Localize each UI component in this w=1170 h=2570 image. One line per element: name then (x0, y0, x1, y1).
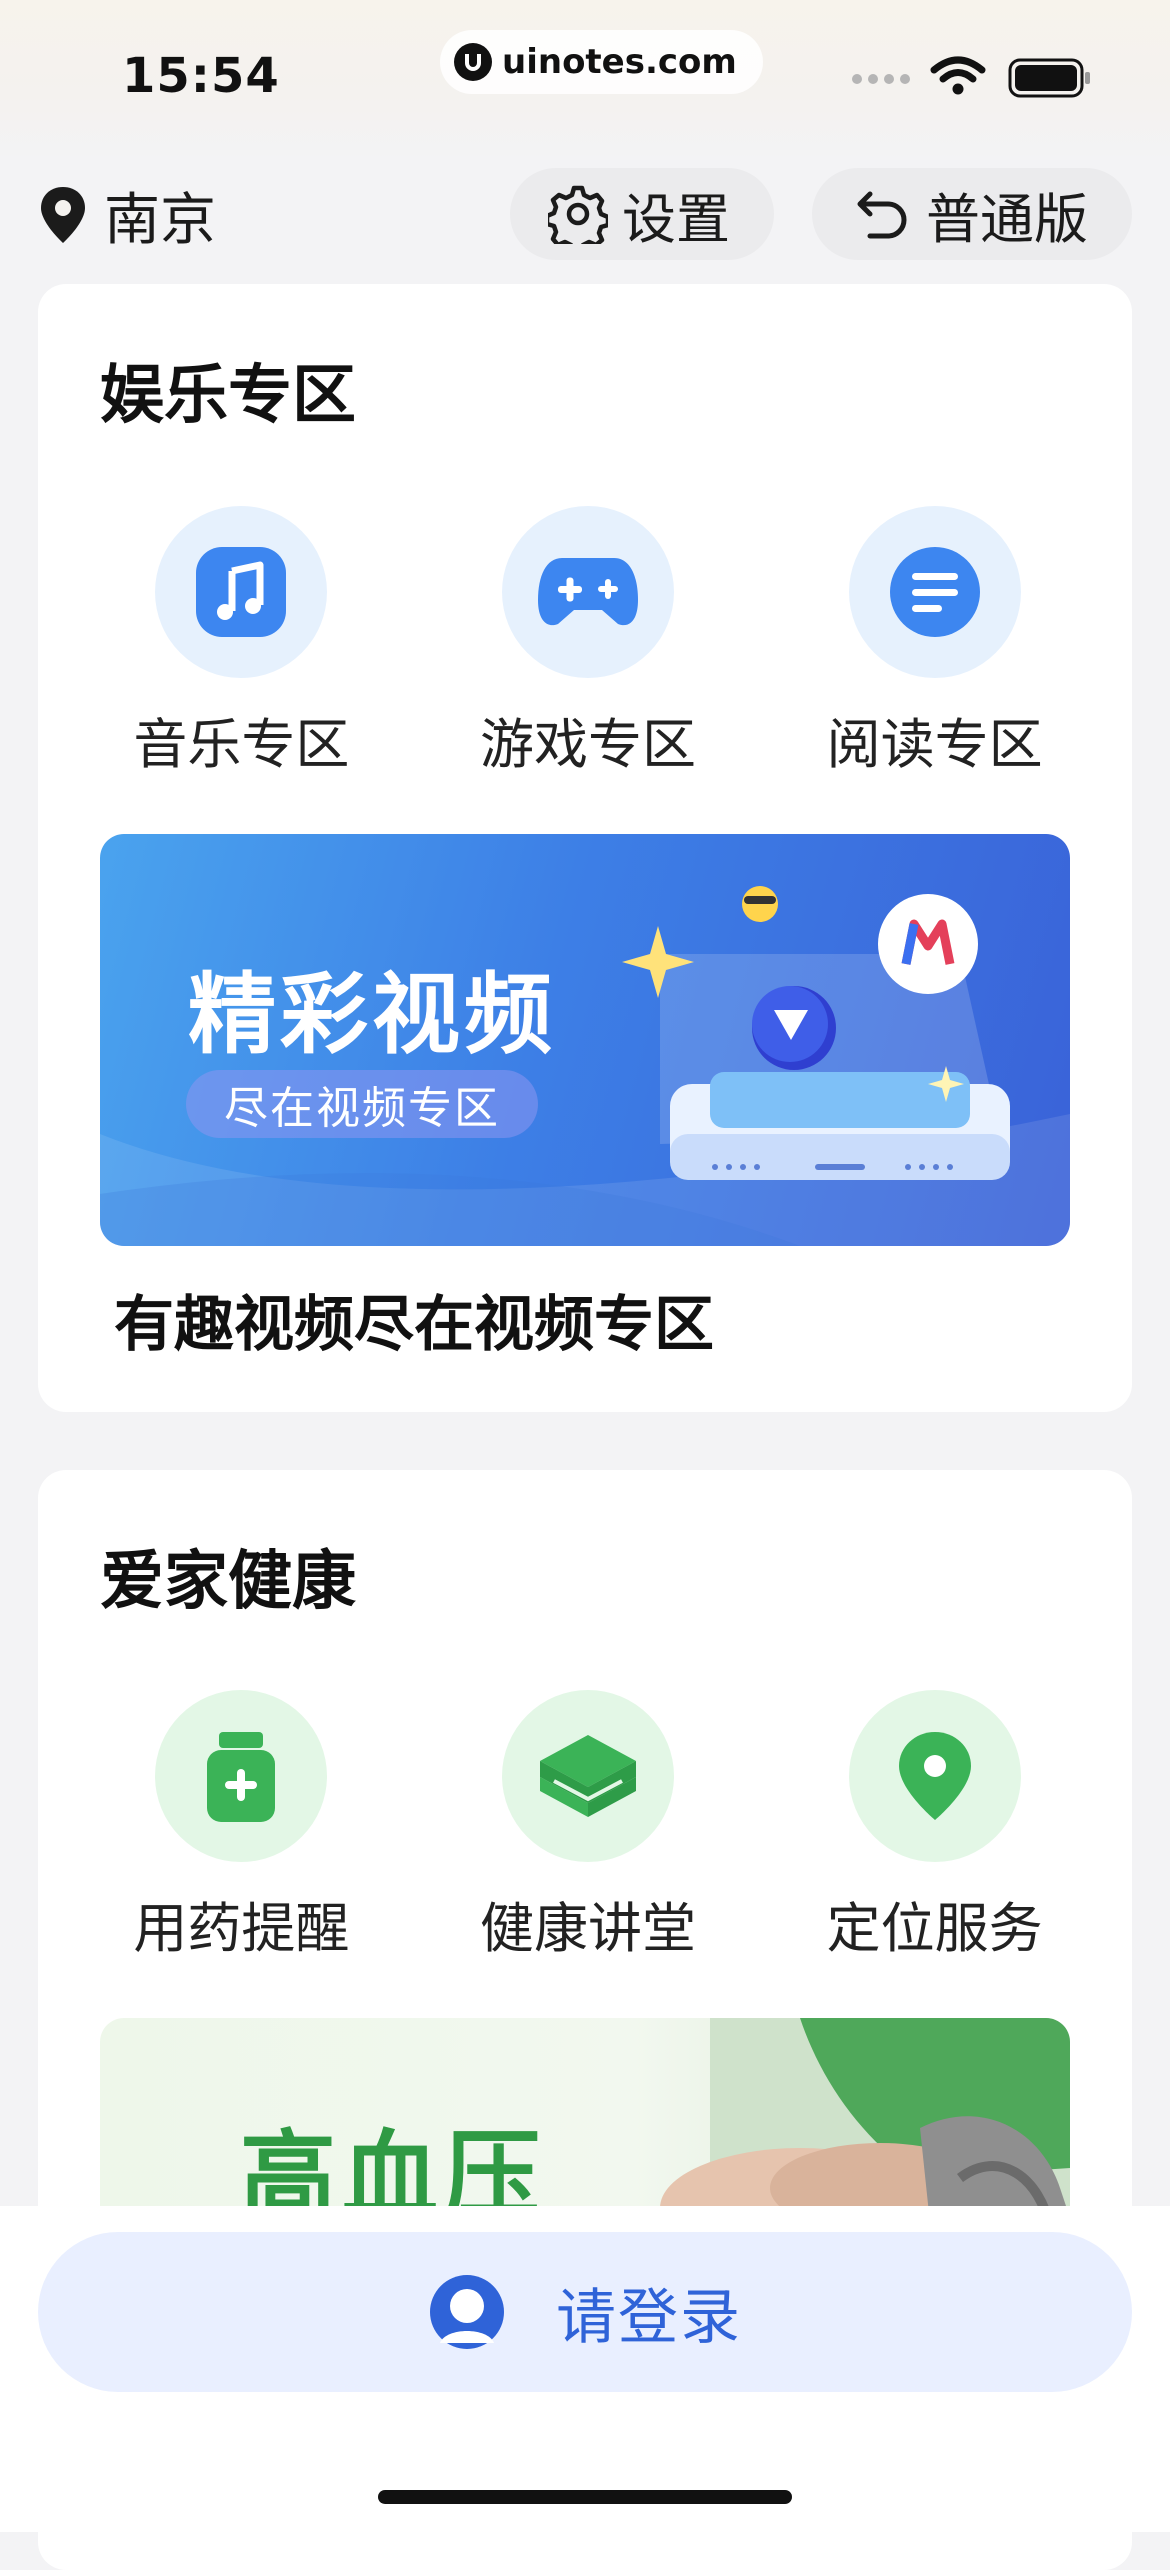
wifi-icon (930, 56, 986, 95)
video-banner-caption[interactable]: 有趣视频尽在视频专区 (114, 1276, 714, 1363)
music-zone-label: 音乐专区 (133, 713, 350, 776)
lecture-icon-circle (502, 1690, 674, 1862)
status-bar: 15:54 uinotes.com (0, 0, 1170, 150)
location-selector[interactable]: 南京 (38, 180, 216, 253)
settings-label: 设置 (622, 187, 730, 251)
location-pin-icon (41, 187, 85, 243)
health-title: 爱家健康 (100, 1545, 356, 1619)
reading-icon (889, 547, 980, 637)
undo-arrow-icon (857, 191, 907, 239)
game-zone-item[interactable]: 游戏专区 (415, 506, 762, 779)
game-icon-circle (502, 506, 674, 678)
login-button[interactable]: 请登录 (38, 2232, 1132, 2392)
medicine-reminder-item[interactable]: 用药提醒 (68, 1690, 415, 1963)
video-banner-subtitle: 尽在视频专区 (186, 1070, 538, 1138)
entertainment-title: 娱乐专区 (100, 359, 356, 433)
health-lecture-label: 健康讲堂 (480, 1897, 696, 1960)
music-note-icon (196, 547, 287, 637)
music-zone-item[interactable]: 音乐专区 (68, 506, 415, 779)
site-logo-icon (454, 43, 492, 81)
reading-zone-label: 阅读专区 (826, 713, 1043, 776)
video-banner-title: 精彩视频 (188, 963, 557, 1066)
book-icon (540, 1735, 636, 1817)
entertainment-icon-row: 音乐专区 游戏专区 阅读专区 (68, 506, 1108, 779)
reading-icon-circle (848, 506, 1021, 678)
url-pill[interactable]: uinotes.com (440, 30, 763, 94)
gamepad-icon (538, 558, 638, 626)
game-zone-label: 游戏专区 (480, 713, 696, 776)
location-service-item[interactable]: 定位服务 (761, 1690, 1108, 1963)
medicine-reminder-label: 用药提醒 (133, 1897, 350, 1960)
user-avatar-icon (430, 2275, 504, 2349)
music-icon-circle (155, 506, 328, 678)
medicine-icon-circle (155, 1690, 328, 1862)
location-pin-icon (898, 1732, 971, 1820)
gear-icon (548, 185, 608, 244)
home-indicator[interactable] (378, 2490, 792, 2504)
location-service-label: 定位服务 (826, 1897, 1043, 1960)
url-text: uinotes.com (502, 42, 737, 82)
settings-button[interactable]: 设置 (510, 168, 774, 260)
reading-zone-item[interactable]: 阅读专区 (761, 506, 1108, 779)
health-icon-row: 用药提醒 健康讲堂 定位服务 (68, 1690, 1108, 1963)
entertainment-card: 娱乐专区 音乐专区 游戏专区 阅读专区 精彩视频 尽在视频专区 有趣视频尽在视频… (38, 284, 1132, 1412)
signal-dots-icon (852, 74, 916, 84)
medicine-bottle-icon (207, 1732, 276, 1822)
status-time: 15:54 (122, 48, 280, 104)
battery-icon (1008, 58, 1090, 98)
location-icon-circle (848, 1690, 1021, 1862)
health-lecture-item[interactable]: 健康讲堂 (415, 1690, 762, 1963)
city-label: 南京 (104, 187, 216, 253)
classic-version-button[interactable]: 普通版 (812, 168, 1132, 260)
classic-version-label: 普通版 (926, 187, 1088, 251)
video-zone-banner[interactable]: 精彩视频 尽在视频专区 (100, 834, 1070, 1246)
login-label: 请登录 (556, 2282, 742, 2353)
